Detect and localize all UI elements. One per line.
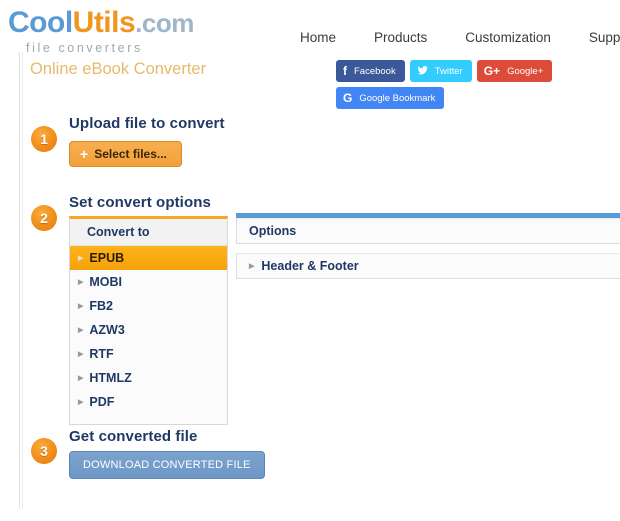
format-option-azw3[interactable]: ▶ AZW3: [70, 318, 227, 342]
share-button-twitter[interactable]: Twitter: [409, 60, 472, 82]
logo-cool-text: Cool: [8, 6, 73, 39]
convert-to-header: Convert to: [70, 219, 227, 246]
format-option-fb2[interactable]: ▶ FB2: [70, 294, 227, 318]
format-option-rtf[interactable]: ▶ RTF: [70, 342, 227, 366]
options-section-label: Options: [249, 224, 297, 238]
download-converted-file-button-label: DOWNLOAD CONVERTED FILE: [83, 459, 251, 471]
download-converted-file-button[interactable]: DOWNLOAD CONVERTED FILE: [69, 451, 265, 479]
share-button-twitter-label: Twitter: [434, 65, 463, 77]
nav-item-products[interactable]: Products: [374, 30, 427, 45]
format-option-azw3-label: AZW3: [89, 323, 125, 337]
step-3-badge: 3: [31, 438, 57, 464]
facebook-icon: f: [343, 64, 347, 78]
social-share-bar: f Facebook Twitter G+ Google+ G Google B…: [336, 60, 620, 114]
format-option-epub[interactable]: ▶ EPUB: [70, 246, 227, 270]
logo-wordmark: CoolUtils.com: [8, 8, 208, 38]
plus-icon: +: [80, 146, 89, 162]
format-list-spacer: [70, 414, 227, 424]
convert-to-panel: Convert to ▶ EPUB ▶ MOBI ▶ FB2 ▶ AZW3 ▶ …: [69, 216, 228, 425]
select-files-button[interactable]: + Select files...: [69, 141, 182, 167]
nav-item-support[interactable]: Suppo: [589, 30, 620, 45]
main-navigation: Home Products Customization Suppo: [300, 30, 620, 45]
format-list: ▶ EPUB ▶ MOBI ▶ FB2 ▶ AZW3 ▶ RTF ▶ HTMLZ…: [70, 246, 227, 414]
logo-tagline: file converters: [26, 41, 143, 55]
step-1-badge: 1: [31, 126, 57, 152]
share-button-facebook-label: Facebook: [354, 65, 396, 77]
step-3-heading: Get converted file: [69, 428, 198, 445]
logo-com-text: .com: [135, 8, 194, 38]
chevron-right-icon: ▶: [78, 302, 84, 310]
googleplus-icon: G+: [483, 64, 501, 78]
share-button-facebook[interactable]: f Facebook: [336, 60, 405, 82]
format-option-mobi[interactable]: ▶ MOBI: [70, 270, 227, 294]
logo-utils-text: Utils: [72, 6, 136, 39]
format-option-fb2-label: FB2: [89, 299, 114, 313]
share-button-googleplus[interactable]: G+ Google+: [476, 60, 553, 82]
format-option-mobi-label: MOBI: [89, 275, 123, 289]
format-option-htmlz[interactable]: ▶ HTMLZ: [70, 366, 227, 390]
options-section-gap: [236, 244, 620, 253]
chevron-right-icon: ▶: [78, 398, 84, 406]
chevron-right-icon: ▶: [78, 254, 84, 262]
format-option-epub-label: EPUB: [89, 251, 125, 265]
chevron-right-icon: ▶: [249, 262, 255, 270]
format-option-rtf-label: RTF: [89, 347, 114, 361]
chevron-right-icon: ▶: [78, 326, 84, 334]
format-option-pdf[interactable]: ▶ PDF: [70, 390, 227, 414]
site-header: CoolUtils.com file converters Home Produc…: [0, 0, 620, 56]
page-title: Online eBook Converter: [30, 60, 207, 78]
select-files-button-label: Select files...: [94, 147, 167, 161]
chevron-right-icon: ▶: [78, 278, 84, 286]
format-option-htmlz-label: HTMLZ: [89, 371, 132, 385]
nav-item-customization[interactable]: Customization: [465, 30, 551, 45]
header-footer-section-header[interactable]: ▶ Header & Footer: [236, 253, 620, 279]
chevron-right-icon: ▶: [78, 374, 84, 382]
share-button-googleplus-label: Google+: [507, 65, 544, 77]
options-panel: Options ▶ Header & Footer: [236, 213, 620, 279]
chevron-right-icon: ▶: [78, 350, 84, 358]
share-button-google-bookmark-label: Google Bookmark: [359, 92, 436, 104]
format-option-pdf-label: PDF: [89, 395, 115, 409]
site-logo[interactable]: CoolUtils.com file converters: [8, 8, 208, 56]
left-rail-divider-secondary: [22, 52, 23, 509]
options-section-header[interactable]: Options: [236, 218, 620, 244]
twitter-icon: [417, 65, 428, 77]
left-rail-divider: [19, 52, 20, 509]
step-1-heading: Upload file to convert: [69, 115, 225, 132]
header-footer-section-label: Header & Footer: [261, 259, 359, 273]
step-2-badge: 2: [31, 205, 57, 231]
nav-item-home[interactable]: Home: [300, 30, 336, 45]
share-button-google-bookmark[interactable]: G Google Bookmark: [336, 87, 445, 109]
step-2-heading: Set convert options: [69, 194, 211, 211]
google-icon: G: [343, 91, 353, 105]
